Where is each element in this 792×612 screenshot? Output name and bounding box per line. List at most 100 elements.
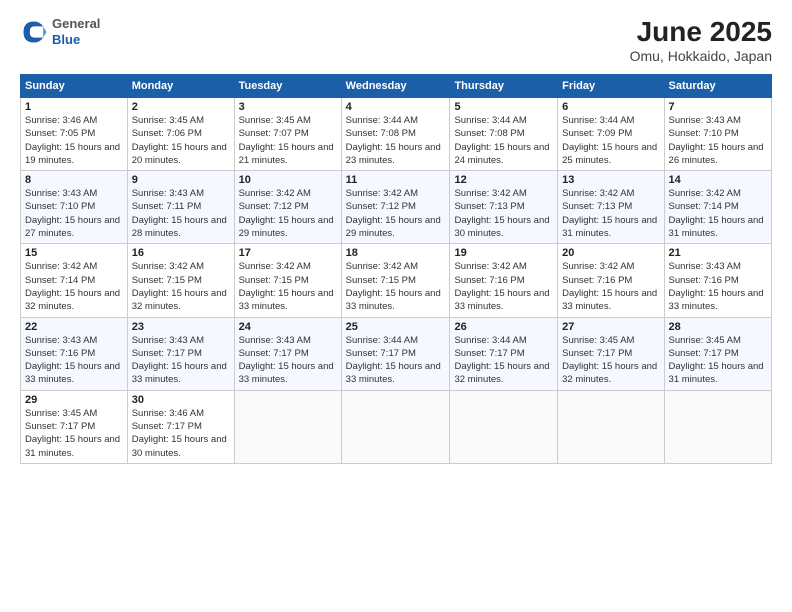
day-info: Sunrise: 3:42 AMSunset: 7:12 PMDaylight:…	[239, 187, 337, 240]
day-number: 27	[562, 321, 659, 333]
table-row: 10 Sunrise: 3:42 AMSunset: 7:12 PMDaylig…	[234, 171, 341, 244]
day-info: Sunrise: 3:43 AMSunset: 7:17 PMDaylight:…	[239, 334, 337, 387]
table-row: 7 Sunrise: 3:43 AMSunset: 7:10 PMDayligh…	[664, 98, 771, 171]
calendar-row: 1 Sunrise: 3:46 AMSunset: 7:05 PMDayligh…	[21, 98, 772, 171]
day-info: Sunrise: 3:43 AMSunset: 7:11 PMDaylight:…	[132, 187, 230, 240]
day-number: 25	[346, 321, 446, 333]
logo: General Blue	[20, 16, 100, 47]
day-number: 30	[132, 394, 230, 406]
header: General Blue June 2025 Omu, Hokkaido, Ja…	[20, 16, 772, 64]
table-row: 3 Sunrise: 3:45 AMSunset: 7:07 PMDayligh…	[234, 98, 341, 171]
day-number: 24	[239, 321, 337, 333]
calendar-table: Sunday Monday Tuesday Wednesday Thursday…	[20, 74, 772, 464]
table-row: 14 Sunrise: 3:42 AMSunset: 7:14 PMDaylig…	[664, 171, 771, 244]
day-info: Sunrise: 3:42 AMSunset: 7:14 PMDaylight:…	[25, 260, 123, 313]
day-number: 14	[669, 174, 767, 186]
col-thursday: Thursday	[450, 75, 558, 98]
day-number: 20	[562, 247, 659, 259]
table-row	[341, 390, 450, 463]
table-row: 9 Sunrise: 3:43 AMSunset: 7:11 PMDayligh…	[127, 171, 234, 244]
day-number: 10	[239, 174, 337, 186]
table-row: 15 Sunrise: 3:42 AMSunset: 7:14 PMDaylig…	[21, 244, 128, 317]
day-number: 5	[454, 101, 553, 113]
day-number: 8	[25, 174, 123, 186]
col-sunday: Sunday	[21, 75, 128, 98]
calendar-title: June 2025	[630, 16, 772, 48]
day-number: 17	[239, 247, 337, 259]
day-info: Sunrise: 3:44 AMSunset: 7:17 PMDaylight:…	[454, 334, 553, 387]
day-info: Sunrise: 3:43 AMSunset: 7:16 PMDaylight:…	[25, 334, 123, 387]
day-info: Sunrise: 3:45 AMSunset: 7:17 PMDaylight:…	[25, 407, 123, 460]
day-info: Sunrise: 3:43 AMSunset: 7:10 PMDaylight:…	[669, 114, 767, 167]
calendar-row: 8 Sunrise: 3:43 AMSunset: 7:10 PMDayligh…	[21, 171, 772, 244]
day-info: Sunrise: 3:43 AMSunset: 7:16 PMDaylight:…	[669, 260, 767, 313]
logo-text: General Blue	[52, 16, 100, 47]
day-number: 15	[25, 247, 123, 259]
day-number: 28	[669, 321, 767, 333]
table-row: 4 Sunrise: 3:44 AMSunset: 7:08 PMDayligh…	[341, 98, 450, 171]
table-row: 12 Sunrise: 3:42 AMSunset: 7:13 PMDaylig…	[450, 171, 558, 244]
day-info: Sunrise: 3:45 AMSunset: 7:06 PMDaylight:…	[132, 114, 230, 167]
table-row: 25 Sunrise: 3:44 AMSunset: 7:17 PMDaylig…	[341, 317, 450, 390]
day-info: Sunrise: 3:45 AMSunset: 7:17 PMDaylight:…	[562, 334, 659, 387]
calendar-row: 15 Sunrise: 3:42 AMSunset: 7:14 PMDaylig…	[21, 244, 772, 317]
day-number: 4	[346, 101, 446, 113]
day-info: Sunrise: 3:42 AMSunset: 7:13 PMDaylight:…	[454, 187, 553, 240]
table-row: 29 Sunrise: 3:45 AMSunset: 7:17 PMDaylig…	[21, 390, 128, 463]
table-row: 17 Sunrise: 3:42 AMSunset: 7:15 PMDaylig…	[234, 244, 341, 317]
day-info: Sunrise: 3:42 AMSunset: 7:13 PMDaylight:…	[562, 187, 659, 240]
table-row: 27 Sunrise: 3:45 AMSunset: 7:17 PMDaylig…	[558, 317, 664, 390]
day-number: 21	[669, 247, 767, 259]
day-info: Sunrise: 3:44 AMSunset: 7:08 PMDaylight:…	[454, 114, 553, 167]
day-number: 26	[454, 321, 553, 333]
table-row: 6 Sunrise: 3:44 AMSunset: 7:09 PMDayligh…	[558, 98, 664, 171]
col-saturday: Saturday	[664, 75, 771, 98]
table-row: 21 Sunrise: 3:43 AMSunset: 7:16 PMDaylig…	[664, 244, 771, 317]
day-info: Sunrise: 3:42 AMSunset: 7:16 PMDaylight:…	[562, 260, 659, 313]
day-number: 11	[346, 174, 446, 186]
day-number: 9	[132, 174, 230, 186]
day-info: Sunrise: 3:42 AMSunset: 7:15 PMDaylight:…	[239, 260, 337, 313]
table-row: 2 Sunrise: 3:45 AMSunset: 7:06 PMDayligh…	[127, 98, 234, 171]
header-row: Sunday Monday Tuesday Wednesday Thursday…	[21, 75, 772, 98]
day-number: 18	[346, 247, 446, 259]
day-info: Sunrise: 3:44 AMSunset: 7:09 PMDaylight:…	[562, 114, 659, 167]
day-info: Sunrise: 3:42 AMSunset: 7:16 PMDaylight:…	[454, 260, 553, 313]
table-row: 23 Sunrise: 3:43 AMSunset: 7:17 PMDaylig…	[127, 317, 234, 390]
day-info: Sunrise: 3:42 AMSunset: 7:12 PMDaylight:…	[346, 187, 446, 240]
calendar-row: 29 Sunrise: 3:45 AMSunset: 7:17 PMDaylig…	[21, 390, 772, 463]
day-number: 29	[25, 394, 123, 406]
table-row: 13 Sunrise: 3:42 AMSunset: 7:13 PMDaylig…	[558, 171, 664, 244]
day-info: Sunrise: 3:44 AMSunset: 7:08 PMDaylight:…	[346, 114, 446, 167]
table-row: 1 Sunrise: 3:46 AMSunset: 7:05 PMDayligh…	[21, 98, 128, 171]
calendar-row: 22 Sunrise: 3:43 AMSunset: 7:16 PMDaylig…	[21, 317, 772, 390]
table-row: 8 Sunrise: 3:43 AMSunset: 7:10 PMDayligh…	[21, 171, 128, 244]
day-number: 16	[132, 247, 230, 259]
calendar-subtitle: Omu, Hokkaido, Japan	[630, 48, 772, 64]
day-number: 22	[25, 321, 123, 333]
day-number: 12	[454, 174, 553, 186]
table-row: 19 Sunrise: 3:42 AMSunset: 7:16 PMDaylig…	[450, 244, 558, 317]
table-row: 18 Sunrise: 3:42 AMSunset: 7:15 PMDaylig…	[341, 244, 450, 317]
day-number: 19	[454, 247, 553, 259]
table-row: 11 Sunrise: 3:42 AMSunset: 7:12 PMDaylig…	[341, 171, 450, 244]
day-info: Sunrise: 3:42 AMSunset: 7:14 PMDaylight:…	[669, 187, 767, 240]
day-number: 7	[669, 101, 767, 113]
title-block: June 2025 Omu, Hokkaido, Japan	[630, 16, 772, 64]
day-info: Sunrise: 3:46 AMSunset: 7:05 PMDaylight:…	[25, 114, 123, 167]
day-info: Sunrise: 3:45 AMSunset: 7:17 PMDaylight:…	[669, 334, 767, 387]
logo-general: General	[52, 16, 100, 32]
col-monday: Monday	[127, 75, 234, 98]
day-info: Sunrise: 3:43 AMSunset: 7:17 PMDaylight:…	[132, 334, 230, 387]
table-row: 20 Sunrise: 3:42 AMSunset: 7:16 PMDaylig…	[558, 244, 664, 317]
day-number: 2	[132, 101, 230, 113]
col-friday: Friday	[558, 75, 664, 98]
page: General Blue June 2025 Omu, Hokkaido, Ja…	[0, 0, 792, 612]
table-row: 16 Sunrise: 3:42 AMSunset: 7:15 PMDaylig…	[127, 244, 234, 317]
day-number: 6	[562, 101, 659, 113]
day-info: Sunrise: 3:42 AMSunset: 7:15 PMDaylight:…	[132, 260, 230, 313]
col-tuesday: Tuesday	[234, 75, 341, 98]
table-row	[234, 390, 341, 463]
table-row	[664, 390, 771, 463]
table-row: 24 Sunrise: 3:43 AMSunset: 7:17 PMDaylig…	[234, 317, 341, 390]
